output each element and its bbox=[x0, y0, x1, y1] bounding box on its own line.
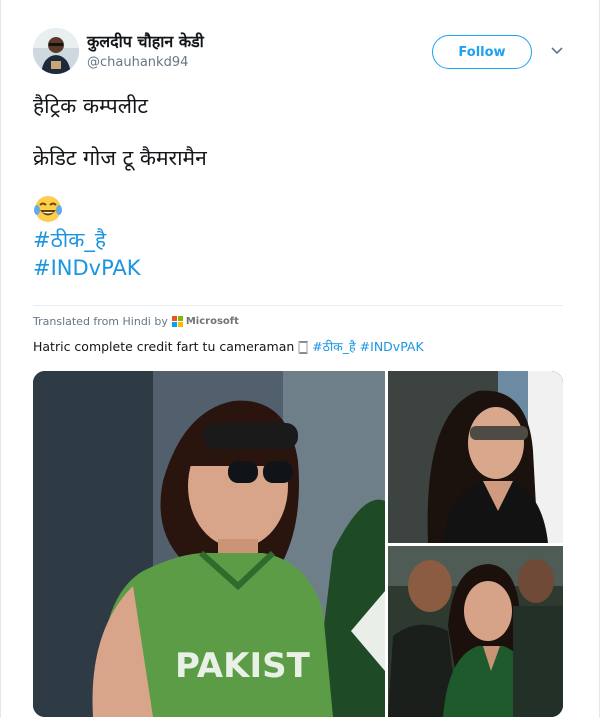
tweet-card: कुलदीप चौहान केडी @chauhankd94 Follow है… bbox=[0, 0, 600, 718]
translation-attribution: Translated from Hindi by Microsoft bbox=[33, 315, 239, 328]
photo-main[interactable]: PAKIST bbox=[33, 371, 385, 717]
hashtag-link[interactable]: #ठीक_है bbox=[312, 339, 355, 354]
tweet-text: हैट्रिक कम्पलीट क्रेडिट गोज टू कैमरामैन … bbox=[33, 92, 573, 282]
divider bbox=[33, 305, 563, 306]
photo-bottom-right[interactable] bbox=[388, 546, 563, 717]
avatar[interactable] bbox=[33, 28, 79, 74]
translation-provider[interactable]: Microsoft bbox=[186, 316, 239, 327]
translated-text-body: Hatric complete credit fart tu cameraman… bbox=[33, 339, 313, 354]
hashtag-link[interactable]: #INDvPAK bbox=[360, 339, 424, 354]
hashtag-link[interactable]: #INDvPAK bbox=[33, 254, 573, 282]
media-grid: PAKIST bbox=[33, 371, 563, 717]
jersey-text: PAKIST bbox=[175, 646, 311, 686]
translated-from-label: Translated from Hindi by bbox=[33, 315, 168, 328]
photo-top-right[interactable] bbox=[388, 371, 563, 543]
tweet-header: कुलदीप चौहान केडी @chauhankd94 Follow bbox=[33, 28, 573, 78]
hashtag-link[interactable]: #ठीक_है bbox=[33, 226, 573, 254]
chevron-down-icon[interactable] bbox=[549, 42, 565, 58]
tweet-text-line: हैट्रिक कम्पलीट bbox=[33, 94, 148, 118]
laughing-tears-emoji-icon bbox=[33, 194, 65, 226]
microsoft-logo-icon bbox=[171, 316, 183, 327]
user-handle[interactable]: @chauhankd94 bbox=[87, 54, 204, 72]
follow-button[interactable]: Follow bbox=[432, 35, 532, 69]
translated-text: Hatric complete credit fart tu cameraman… bbox=[33, 338, 424, 356]
tweet-text-line: क्रेडिट गोज टू कैमरामैन bbox=[33, 146, 207, 170]
display-name[interactable]: कुलदीप चौहान केडी bbox=[87, 32, 204, 52]
